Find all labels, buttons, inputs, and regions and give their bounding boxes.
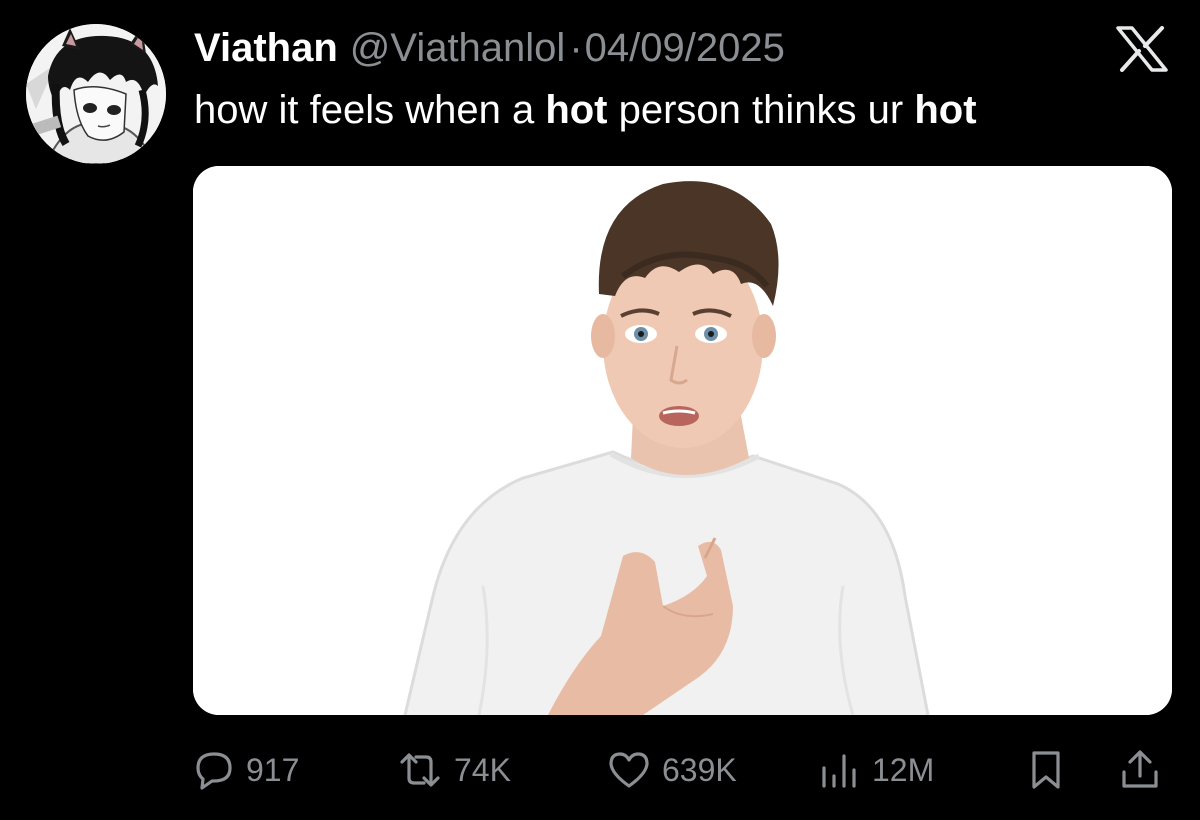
x-logo-icon[interactable] (1116, 26, 1168, 72)
author-handle[interactable]: @Viathanlol (350, 22, 566, 74)
tweet-date[interactable]: 04/09/2025 (585, 22, 785, 74)
retweet-count: 74K (454, 751, 511, 788)
tweet-text-bold: hot (545, 88, 608, 132)
views-count: 12M (872, 751, 935, 788)
tweet-header: Viathan @Viathanlol · 04/09/2025 (194, 22, 785, 74)
reply-icon (196, 752, 232, 790)
author-avatar[interactable] (26, 24, 166, 164)
tweet-text-bold: hot (914, 88, 977, 132)
bookmark-icon (1032, 751, 1060, 789)
retweet-icon (400, 753, 440, 787)
header-separator: · (569, 26, 583, 70)
tweet-text-part: person thinks ur (607, 88, 915, 132)
tweet-text: how it feels when a hot person thinks ur… (194, 84, 977, 136)
reply-button[interactable]: 917 (192, 744, 299, 796)
views-chart-icon (822, 754, 856, 788)
tweet-text-part: how it feels when a (194, 88, 546, 132)
bookmark-button[interactable] (1026, 744, 1066, 796)
reply-count: 917 (246, 751, 300, 788)
anime-avatar-icon (26, 24, 166, 164)
like-count: 639K (662, 751, 737, 788)
share-icon (1122, 750, 1158, 788)
heart-icon (609, 752, 649, 788)
like-button[interactable]: 639K (606, 744, 737, 796)
author-display-name[interactable]: Viathan (194, 22, 338, 74)
retweet-button[interactable]: 74K (396, 744, 511, 796)
share-button[interactable] (1118, 744, 1162, 796)
person-pointing-at-self-image (193, 166, 1172, 715)
tweet-media-photo[interactable] (193, 166, 1172, 715)
views-button[interactable]: 12M (818, 744, 934, 796)
tweet-action-bar: 917 74K 639K 12M (0, 740, 1200, 800)
